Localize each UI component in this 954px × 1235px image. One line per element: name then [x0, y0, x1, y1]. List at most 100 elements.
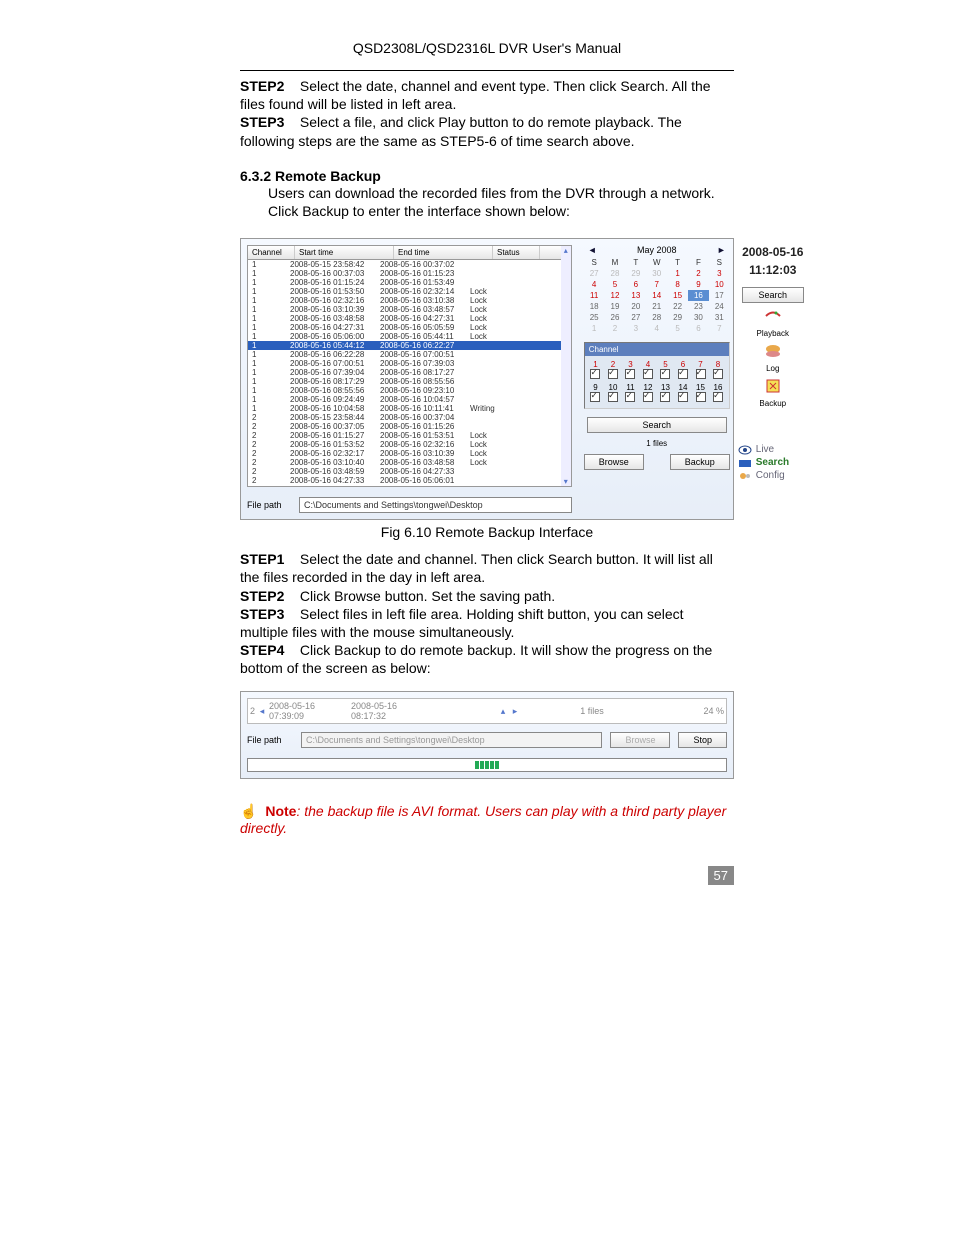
backup-button[interactable]: Backup: [670, 454, 730, 470]
table-scrollbar[interactable]: ▴ ▾: [561, 246, 571, 486]
step3-label: STEP3: [240, 114, 284, 130]
table-row[interactable]: 12008-05-16 01:15:242008-05-16 01:53:49: [248, 278, 571, 287]
prog-browse-button: Browse: [610, 732, 670, 748]
prog-stop-button[interactable]: Stop: [678, 732, 727, 748]
backup-icon[interactable]: [763, 377, 783, 395]
channel-header: Channel: [585, 343, 729, 356]
nav-config[interactable]: Config: [738, 470, 808, 481]
log-label: Log: [766, 364, 779, 373]
table-row[interactable]: 22008-05-15 23:58:442008-05-16 00:37:04: [248, 413, 571, 422]
table-row[interactable]: 22008-05-16 00:37:052008-05-16 01:15:26: [248, 422, 571, 431]
prog-end: 2008-05-16 08:17:32: [351, 701, 431, 721]
browse-button[interactable]: Browse: [584, 454, 644, 470]
file-path-label: File path: [247, 500, 293, 510]
channel-2[interactable]: 2: [606, 360, 620, 381]
prog-percent: 24 %: [664, 706, 724, 716]
channel-3[interactable]: 3: [624, 360, 638, 381]
prog-scroll-right[interactable]: ▸: [510, 706, 520, 717]
table-row[interactable]: 22008-05-16 02:32:172008-05-16 03:10:39L…: [248, 449, 571, 458]
table-row[interactable]: 12008-05-16 07:00:512008-05-16 07:39:03: [248, 359, 571, 368]
step2-label: STEP2: [240, 78, 284, 94]
table-row[interactable]: 12008-05-16 08:55:562008-05-16 09:23:10: [248, 386, 571, 395]
calendar-title: May 2008: [637, 245, 677, 255]
nav-live[interactable]: Live: [738, 444, 808, 455]
col-start-time[interactable]: Start time: [295, 246, 394, 259]
table-row[interactable]: 12008-05-16 03:48:582008-05-16 04:27:31L…: [248, 314, 571, 323]
backup-label: Backup: [759, 399, 786, 408]
backup-progress-figure: 2 ◂ 2008-05-16 07:39:09 2008-05-16 08:17…: [240, 691, 734, 779]
side-search-button[interactable]: Search: [742, 287, 804, 303]
header-rule: [240, 70, 734, 71]
file-path-input[interactable]: C:\Documents and Settings\tongwei\Deskto…: [299, 497, 572, 513]
table-row[interactable]: 12008-05-16 05:44:122008-05-16 06:22:27: [248, 341, 571, 350]
channel-6[interactable]: 6: [676, 360, 690, 381]
search-button[interactable]: Search: [587, 417, 727, 433]
prog-path-input: C:\Documents and Settings\tongwei\Deskto…: [301, 732, 602, 748]
table-row[interactable]: 12008-05-16 02:32:162008-05-16 03:10:38L…: [248, 296, 571, 305]
channel-7[interactable]: 7: [694, 360, 708, 381]
scroll-up-icon[interactable]: ▴: [564, 246, 568, 255]
table-row[interactable]: 22008-05-16 01:15:272008-05-16 01:53:51L…: [248, 431, 571, 440]
table-row[interactable]: 12008-05-16 01:53:502008-05-16 02:32:14L…: [248, 287, 571, 296]
figure-caption: Fig 6.10 Remote Backup Interface: [240, 524, 734, 540]
scroll-down-icon[interactable]: ▾: [564, 477, 568, 486]
file-table[interactable]: Channel Start time End time Status 12008…: [247, 245, 572, 487]
table-row[interactable]: 22008-05-16 03:48:592008-05-16 04:27:33: [248, 467, 571, 476]
hand-icon: ☝: [240, 803, 257, 819]
channel-5[interactable]: 5: [659, 360, 673, 381]
channel-1[interactable]: 1: [589, 360, 603, 381]
table-row[interactable]: 12008-05-16 07:39:042008-05-16 08:17:27: [248, 368, 571, 377]
table-row[interactable]: 12008-05-16 05:06:002008-05-16 05:44:11L…: [248, 332, 571, 341]
table-row[interactable]: 12008-05-16 04:27:312008-05-16 05:05:59L…: [248, 323, 571, 332]
table-row[interactable]: 12008-05-15 23:58:422008-05-16 00:37:02: [248, 260, 571, 269]
col-end-time[interactable]: End time: [394, 246, 493, 259]
gear-icon: [738, 471, 752, 481]
prog-scroll-up[interactable]: ▴: [498, 706, 508, 717]
col-status[interactable]: Status: [493, 246, 540, 259]
eye-icon: [738, 445, 752, 455]
side-time: 11:12:03: [749, 263, 796, 277]
channel-12[interactable]: 12: [641, 383, 655, 404]
channel-16[interactable]: 16: [711, 383, 725, 404]
playback-label: Playback: [757, 329, 789, 338]
doc-header: QSD2308L/QSD2316L DVR User's Manual: [240, 40, 734, 56]
channel-9[interactable]: 9: [589, 383, 603, 404]
channel-10[interactable]: 10: [606, 383, 620, 404]
channel-15[interactable]: 15: [694, 383, 708, 404]
channel-4[interactable]: 4: [641, 360, 655, 381]
channel-13[interactable]: 13: [659, 383, 673, 404]
table-row[interactable]: 22008-05-16 04:27:332008-05-16 05:06:01: [248, 476, 571, 485]
playback-icon[interactable]: [763, 307, 783, 325]
col-channel[interactable]: Channel: [248, 246, 295, 259]
table-row[interactable]: 12008-05-16 03:10:392008-05-16 03:48:57L…: [248, 305, 571, 314]
b-step2-text: Click Browse button. Set the saving path…: [300, 588, 555, 604]
table-row[interactable]: 22008-05-16 03:10:402008-05-16 03:48:58L…: [248, 458, 571, 467]
calendar[interactable]: SMTWTFS 27282930123 45678910 11121314151…: [584, 257, 730, 334]
table-row[interactable]: 12008-05-16 06:22:282008-05-16 07:00:51: [248, 350, 571, 359]
cal-next-icon[interactable]: ►: [717, 245, 726, 255]
section-text: Users can download the recorded files fr…: [268, 184, 734, 220]
table-row[interactable]: 22008-05-16 01:53:522008-05-16 02:32:16L…: [248, 440, 571, 449]
b-step4-label: STEP4: [240, 642, 284, 658]
b-step1-label: STEP1: [240, 551, 284, 567]
channel-8[interactable]: 8: [711, 360, 725, 381]
b-step3-text: Select files in left file area. Holding …: [240, 606, 684, 640]
note-text: : the backup file is AVI format. Users c…: [240, 803, 726, 836]
table-row[interactable]: 22008-05-16 05:06:012008-05-16 05:44:12: [248, 485, 571, 487]
section-heading: 6.3.2 Remote Backup: [240, 168, 734, 184]
table-row[interactable]: 12008-05-16 00:37:032008-05-16 01:15:23: [248, 269, 571, 278]
table-row[interactable]: 12008-05-16 10:04:582008-05-16 10:11:41W…: [248, 404, 571, 413]
table-row[interactable]: 12008-05-16 09:24:492008-05-16 10:04:57: [248, 395, 571, 404]
channel-panel: Channel 12345678910111213141516: [584, 342, 730, 409]
log-icon[interactable]: [763, 342, 783, 360]
progress-bar: [247, 758, 727, 772]
table-row[interactable]: 12008-05-16 08:17:292008-05-16 08:55:56: [248, 377, 571, 386]
prog-path-label: File path: [247, 735, 293, 745]
nav-search[interactable]: Search: [738, 457, 808, 468]
prog-files: 1 files: [522, 706, 662, 716]
cal-prev-icon[interactable]: ◄: [588, 245, 597, 255]
channel-11[interactable]: 11: [624, 383, 638, 404]
page-number: 57: [240, 866, 734, 885]
prog-scroll-left[interactable]: ◂: [257, 706, 267, 717]
channel-14[interactable]: 14: [676, 383, 690, 404]
